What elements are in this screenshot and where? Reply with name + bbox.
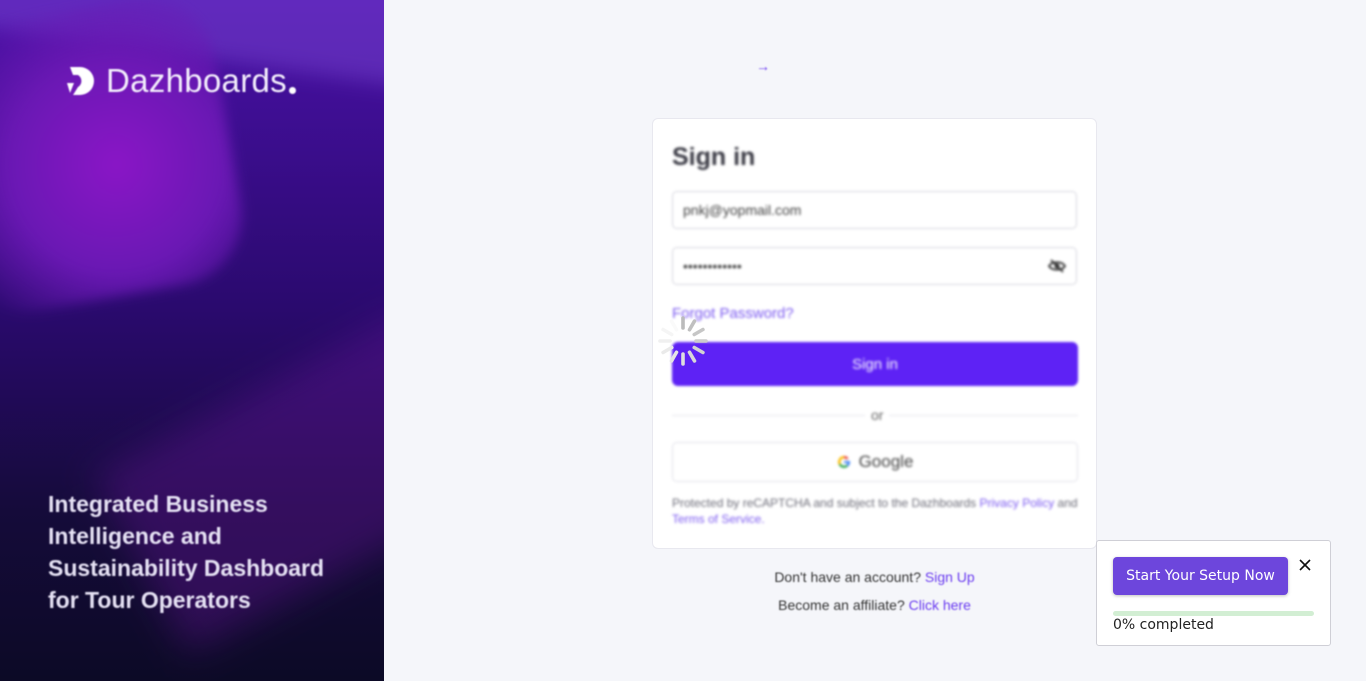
password-field[interactable] xyxy=(672,247,1077,285)
email-input[interactable] xyxy=(673,192,1076,228)
tagline: Integrated Business Intelligence and Sus… xyxy=(48,491,325,613)
or-label: or xyxy=(865,407,890,423)
legal-and: and xyxy=(1057,496,1078,510)
terms-link[interactable]: Terms of Service. xyxy=(672,512,765,526)
google-label: Google xyxy=(858,452,914,471)
loading-spinner-icon xyxy=(658,316,708,366)
brand-name: Dazhboards xyxy=(106,62,287,99)
setup-progress-bar xyxy=(1113,611,1314,616)
email-field[interactable] xyxy=(672,191,1077,229)
signup-link[interactable]: Sign Up xyxy=(925,569,975,585)
google-icon xyxy=(837,455,850,469)
signin-button[interactable]: Sign in xyxy=(672,342,1078,386)
privacy-policy-link[interactable]: Privacy Policy xyxy=(980,496,1055,510)
arrow-icon: → xyxy=(756,58,770,74)
legal-prefix: Protected by reCAPTCHA and subject to th… xyxy=(672,496,977,510)
affiliate-prompt: Become an affiliate? Click here xyxy=(652,597,1097,613)
signin-title: Sign in xyxy=(672,143,756,171)
legal-text: Protected by reCAPTCHA and subject to th… xyxy=(672,495,1082,527)
signin-card: Sign in Forgot Password? Sign in or Go xyxy=(652,118,1097,549)
affiliate-link[interactable]: Click here xyxy=(909,597,971,613)
close-icon[interactable] xyxy=(1298,558,1312,572)
setup-widget: Start Your Setup Now 0% completed xyxy=(1096,540,1331,646)
start-setup-button[interactable]: Start Your Setup Now xyxy=(1113,557,1288,595)
google-signin-button[interactable]: Google xyxy=(672,442,1078,482)
setup-progress-label: 0% completed xyxy=(1113,617,1214,633)
signup-prompt-text: Don't have an account? xyxy=(774,569,921,585)
eye-off-icon[interactable] xyxy=(1048,259,1066,273)
brand-panel: Dazhboards Integrated Business Intellige… xyxy=(0,0,384,681)
dazhboards-logo-icon xyxy=(67,67,94,95)
password-input[interactable] xyxy=(673,248,1076,284)
signup-prompt: Don't have an account? Sign Up xyxy=(652,569,1097,585)
brand-logo: Dazhboards xyxy=(64,62,296,100)
affiliate-prompt-text: Become an affiliate? xyxy=(778,597,905,613)
brand-dot xyxy=(288,86,296,94)
